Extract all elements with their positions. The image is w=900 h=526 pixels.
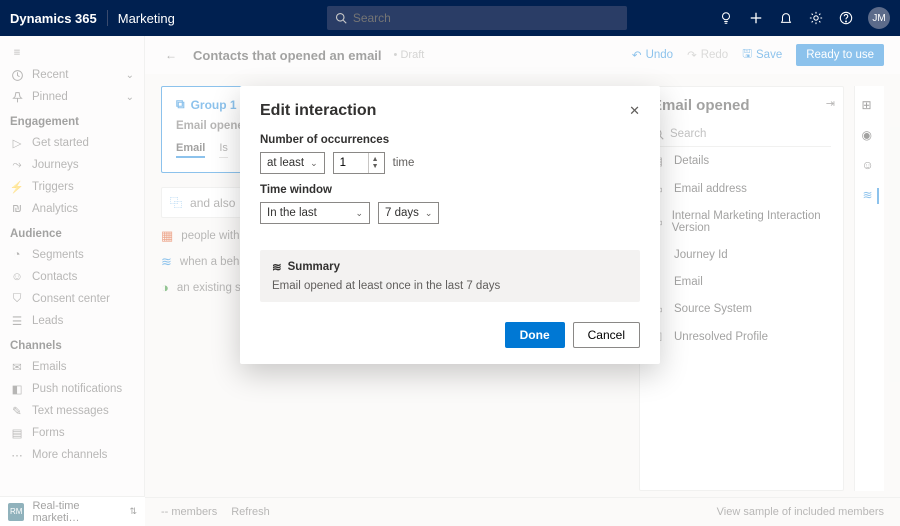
edit-interaction-modal: Edit interaction ✕ Number of occurrences… [240, 86, 660, 364]
number-input[interactable] [334, 153, 368, 173]
occurrences-suffix: time [393, 157, 415, 169]
spin-down-icon[interactable]: ▼ [369, 163, 382, 170]
timewindow-mode-select[interactable]: In the last ⌄ [260, 202, 370, 224]
occurrences-operator-select[interactable]: at least ⌄ [260, 152, 325, 174]
chevron-down-icon: ⌄ [310, 158, 318, 169]
brand-name: Dynamics 365 [10, 11, 97, 26]
gear-icon[interactable] [808, 10, 824, 26]
select-value: 7 days [385, 207, 419, 219]
summary-box: ≋ Summary Email opened at least once in … [260, 250, 640, 302]
brand: Dynamics 365 Marketing [10, 10, 175, 26]
chevron-down-icon: ⌄ [355, 208, 363, 219]
timewindow-value-select[interactable]: 7 days ⌄ [378, 202, 439, 224]
plus-icon[interactable] [748, 10, 764, 26]
search-input[interactable] [353, 11, 619, 25]
global-search[interactable] [327, 6, 627, 30]
close-icon[interactable]: ✕ [629, 103, 640, 119]
topbar: Dynamics 365 Marketing JM [0, 0, 900, 36]
cancel-button[interactable]: Cancel [573, 322, 640, 348]
occurrences-label: Number of occurrences [260, 134, 640, 146]
select-value: at least [267, 157, 304, 169]
modal-title: Edit interaction [260, 102, 376, 120]
spinner[interactable]: ▲▼ [368, 153, 382, 173]
avatar[interactable]: JM [868, 7, 890, 29]
lightbulb-icon[interactable] [718, 10, 734, 26]
summary-header: ≋ Summary [272, 260, 628, 274]
chevron-down-icon: ⌄ [425, 208, 433, 219]
occurrences-row: at least ⌄ ▲▼ time [260, 152, 640, 174]
spin-up-icon[interactable]: ▲ [369, 156, 382, 163]
modal-header: Edit interaction ✕ [260, 102, 640, 120]
brand-divider [107, 10, 108, 26]
help-icon[interactable] [838, 10, 854, 26]
timewindow-row: In the last ⌄ 7 days ⌄ [260, 202, 640, 224]
select-value: In the last [267, 207, 317, 219]
summary-text: Email opened at least once in the last 7… [272, 280, 628, 292]
top-actions: JM [718, 7, 890, 29]
done-button[interactable]: Done [505, 322, 565, 348]
summary-head-label: Summary [288, 261, 340, 273]
module-name: Marketing [118, 11, 175, 26]
search-icon [335, 12, 347, 24]
timewindow-label: Time window [260, 184, 640, 196]
occurrences-count-input[interactable]: ▲▼ [333, 152, 385, 174]
modal-overlay: Edit interaction ✕ Number of occurrences… [0, 36, 900, 526]
modal-actions: Done Cancel [260, 322, 640, 348]
bell-icon[interactable] [778, 10, 794, 26]
summary-icon: ≋ [272, 260, 282, 274]
